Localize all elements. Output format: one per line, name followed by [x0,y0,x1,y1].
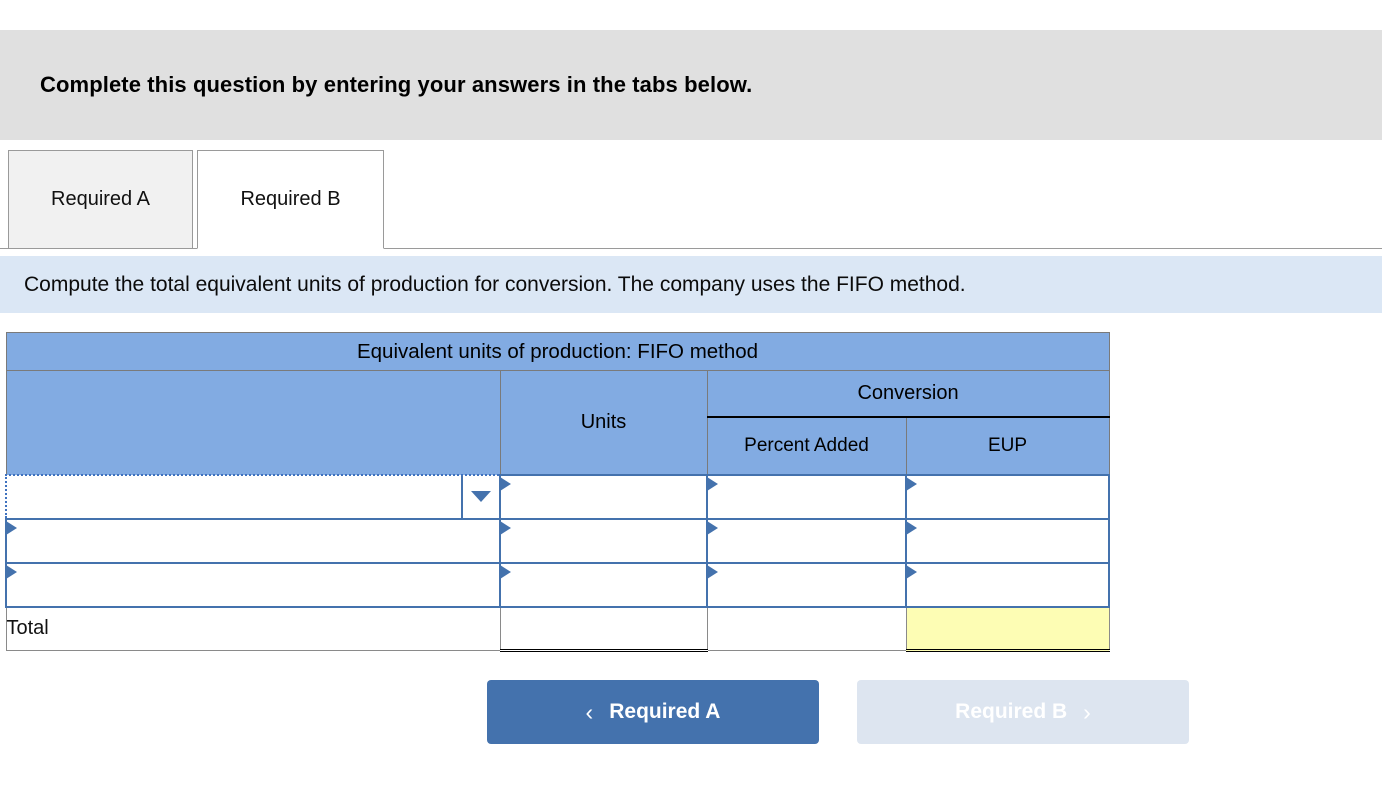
cell-marker-triangle-icon [6,564,17,579]
cell-marker-triangle-icon [6,520,17,535]
cell-marker-triangle-icon [906,564,917,579]
table-row [5,517,1111,564]
cell-marker-triangle-icon [707,476,718,491]
column-header-percent-added: Percent Added [706,416,907,475]
cell-marker-triangle-icon [906,520,917,535]
row-2-percent-added-input[interactable] [706,517,907,564]
total-row: Total [5,605,1110,652]
row-1-percent-added-input[interactable] [706,473,907,520]
cell-marker-triangle-icon [707,520,718,535]
row-2-units-input[interactable] [499,517,708,564]
prev-required-a-button[interactable]: ‹ Required A [487,680,819,744]
next-button-label: Required B [955,700,1068,723]
next-required-b-button[interactable]: Required B › [857,680,1189,744]
tab-required-a[interactable]: Required A [8,150,193,249]
cell-marker-triangle-icon [500,476,511,491]
row-2-description-select[interactable] [5,517,501,564]
cell-marker-triangle-icon [500,564,511,579]
equivalent-units-worksheet: Equivalent units of production: FIFO met… [5,332,1111,652]
table-row [5,561,1111,608]
cell-marker-triangle-icon [500,520,511,535]
column-header-description [5,370,501,475]
row-1-units-input[interactable] [499,473,708,520]
table-row [5,473,1111,520]
tab-required-b[interactable]: Required B [197,150,384,249]
requirement-bar: Compute the total equivalent units of pr… [0,256,1382,313]
row-1-dropdown-toggle[interactable] [461,475,499,518]
total-eup-answer-cell [905,605,1110,652]
chevron-left-icon: ‹ [585,698,594,725]
row-1-eup-input[interactable] [904,473,1111,520]
row-3-description-select[interactable] [5,561,501,608]
chevron-right-icon: › [1083,698,1091,725]
worksheet-title: Equivalent units of production: FIFO met… [5,332,1110,371]
total-units-value [499,605,708,652]
row-3-percent-added-input[interactable] [706,561,907,608]
worksheet-title-row: Equivalent units of production: FIFO met… [5,332,1110,371]
worksheet-header-row-1: Units Conversion [5,370,1110,475]
cell-marker-triangle-icon [707,564,718,579]
navigation-bar: ‹ Required A Required B › [0,680,1382,744]
column-header-eup: EUP [905,416,1110,475]
instruction-band: Complete this question by entering your … [0,30,1382,140]
column-header-conversion-group: Conversion [706,370,1110,418]
prev-button-label: Required A [609,700,721,723]
total-percent-added-value [706,606,907,651]
requirement-text: Compute the total equivalent units of pr… [24,272,966,296]
row-1-description-select[interactable] [5,473,501,520]
row-3-eup-input[interactable] [904,561,1111,608]
column-header-units: Units [499,370,708,475]
cell-marker-triangle-icon [906,476,917,491]
row-2-eup-input[interactable] [904,517,1111,564]
chevron-down-icon [471,491,491,502]
row-3-units-input[interactable] [499,561,708,608]
tab-strip: Required A Required B [0,150,1382,249]
instruction-text: Complete this question by entering your … [40,72,753,97]
total-label: Total [5,606,501,651]
